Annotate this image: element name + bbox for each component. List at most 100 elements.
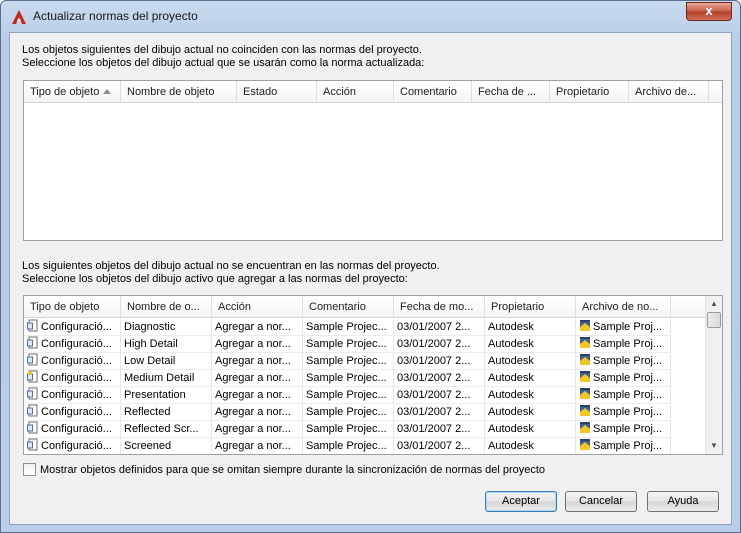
cell-text: Configuració...	[41, 406, 112, 418]
col-propietario[interactable]: Propietario	[485, 296, 576, 318]
cell-text: Agregar a nor...	[215, 355, 291, 367]
table-cell: Sample Projec...	[303, 438, 394, 454]
table-cell: 03/01/2007 2...	[394, 438, 485, 454]
cell-text: Autodesk	[488, 440, 534, 452]
cell-text: Autodesk	[488, 372, 534, 384]
col-nombre-de-objeto[interactable]: Nombre de o...	[121, 296, 212, 318]
table-cell: 03/01/2007 2...	[394, 336, 485, 353]
dialog-window: Actualizar normas del proyecto x Los obj…	[0, 0, 741, 533]
help-button[interactable]: Ayuda	[647, 491, 719, 512]
table-cell: Autodesk	[485, 336, 576, 353]
plot-config-icon	[27, 387, 38, 400]
scroll-thumb[interactable]	[707, 312, 721, 328]
cell-text: 03/01/2007 2...	[397, 321, 471, 333]
skip-objects-label: Mostrar objetos definidos para que se om…	[40, 464, 546, 476]
table-cell: Sample Proj...	[576, 438, 671, 454]
table-cell: Diagnostic	[121, 319, 212, 336]
table-row[interactable]: Configuració... Reflected Scr... Agregar a…	[24, 421, 704, 438]
cell-text: Diagnostic	[124, 321, 176, 333]
col-tipo-de-objeto[interactable]: Tipo de objeto	[24, 296, 121, 318]
scroll-up-icon[interactable]: ▲	[706, 296, 722, 312]
table-row[interactable]: Configuració... Medium Detail Agregar a no…	[24, 370, 704, 387]
col-propietario[interactable]: Propietario	[550, 81, 629, 103]
cell-text: Sample Proj...	[593, 355, 663, 367]
cell-text: 03/01/2007 2...	[397, 338, 471, 350]
cell-text: Sample Proj...	[593, 389, 663, 401]
table-cell: Autodesk	[485, 353, 576, 370]
col-comentario[interactable]: Comentario	[394, 81, 472, 103]
table-cell: Presentation	[121, 387, 212, 404]
table-cell: Agregar a nor...	[212, 421, 303, 438]
table-cell: Agregar a nor...	[212, 438, 303, 454]
cancel-button[interactable]: Cancelar	[565, 491, 637, 512]
table-row[interactable]: Configuració... Low Detail Agregar a nor..…	[24, 353, 704, 370]
cell-text: Sample Proj...	[593, 321, 663, 333]
standards-file-icon	[580, 439, 590, 450]
plot-config-icon	[27, 319, 38, 332]
table-row[interactable]: Configuració... Presentation Agregar a nor…	[24, 387, 704, 404]
cell-text: 03/01/2007 2...	[397, 389, 471, 401]
window-title: Actualizar normas del proyecto	[33, 9, 198, 23]
table-cell: 03/01/2007 2...	[394, 404, 485, 421]
col-fecha[interactable]: Fecha de ...	[472, 81, 550, 103]
cell-text: Agregar a nor...	[215, 440, 291, 452]
table-cell: Sample Projec...	[303, 336, 394, 353]
standards-file-icon	[580, 354, 590, 365]
dialog-body: Los objetos siguientes del dibujo actual…	[9, 32, 732, 525]
cell-text: Presentation	[124, 389, 186, 401]
table-row[interactable]: Configuració... High Detail Agregar a nor.…	[24, 336, 704, 353]
cell-text: 03/01/2007 2...	[397, 423, 471, 435]
table-cell: Sample Projec...	[303, 404, 394, 421]
accept-button[interactable]: Aceptar	[485, 491, 557, 512]
cell-text: 03/01/2007 2...	[397, 406, 471, 418]
skip-objects-checkbox[interactable]	[23, 463, 36, 476]
col-accion[interactable]: Acción	[317, 81, 394, 103]
plot-config-icon	[27, 438, 38, 451]
col-accion[interactable]: Acción	[212, 296, 303, 318]
close-button[interactable]: x	[686, 2, 732, 21]
table-cell: Sample Proj...	[576, 319, 671, 336]
plot-config-icon	[27, 336, 38, 349]
table-cell: 03/01/2007 2...	[394, 387, 485, 404]
table-cell: High Detail	[121, 336, 212, 353]
cell-text: Autodesk	[488, 423, 534, 435]
col-archivo-normas[interactable]: Archivo de no...	[576, 296, 671, 318]
table-cell: Sample Proj...	[576, 336, 671, 353]
table-cell: Sample Proj...	[576, 387, 671, 404]
title-bar[interactable]: Actualizar normas del proyecto x	[1, 1, 740, 31]
standards-file-icon	[580, 405, 590, 416]
cell-text: Sample Proj...	[593, 338, 663, 350]
table-row[interactable]: Configuració... Screened Agregar a nor... S…	[24, 438, 704, 454]
table-row[interactable]: Configuració... Diagnostic Agregar a nor..…	[24, 319, 704, 336]
table-cell: Configuració...	[24, 438, 121, 454]
col-tipo-de-objeto[interactable]: Tipo de objeto	[24, 81, 121, 103]
table-cell: Configuració...	[24, 353, 121, 370]
table-cell: Autodesk	[485, 438, 576, 454]
cell-text: Sample Projec...	[306, 440, 387, 452]
cell-text: Autodesk	[488, 355, 534, 367]
cell-text: Sample Projec...	[306, 321, 387, 333]
cell-text: Sample Projec...	[306, 338, 387, 350]
col-estado[interactable]: Estado	[237, 81, 317, 103]
table-cell: Configuració...	[24, 404, 121, 421]
table-cell: 03/01/2007 2...	[394, 353, 485, 370]
scroll-down-icon[interactable]: ▼	[706, 438, 722, 454]
table-row[interactable]: Configuració... Reflected Agregar a nor...…	[24, 404, 704, 421]
table-cell: Autodesk	[485, 387, 576, 404]
col-fecha-modificacion[interactable]: Fecha de mo...	[394, 296, 485, 318]
missing-objects-list[interactable]: Tipo de objeto Nombre de o... Acción Com…	[23, 295, 723, 455]
cell-text: Autodesk	[488, 338, 534, 350]
conflicting-objects-list[interactable]: Tipo de objeto Nombre de objeto Estado A…	[23, 80, 723, 241]
col-archivo[interactable]: Archivo de...	[629, 81, 709, 103]
col-comentario[interactable]: Comentario	[303, 296, 394, 318]
cell-text: Screened	[124, 440, 172, 452]
vertical-scrollbar[interactable]: ▲ ▼	[705, 296, 722, 454]
table-cell: Sample Proj...	[576, 404, 671, 421]
col-nombre-de-objeto[interactable]: Nombre de objeto	[121, 81, 237, 103]
table-cell: Configuració...	[24, 421, 121, 438]
table-cell: Screened	[121, 438, 212, 454]
table-cell: Autodesk	[485, 404, 576, 421]
table-cell: 03/01/2007 2...	[394, 319, 485, 336]
table-cell: Medium Detail	[121, 370, 212, 387]
table-cell: Autodesk	[485, 370, 576, 387]
